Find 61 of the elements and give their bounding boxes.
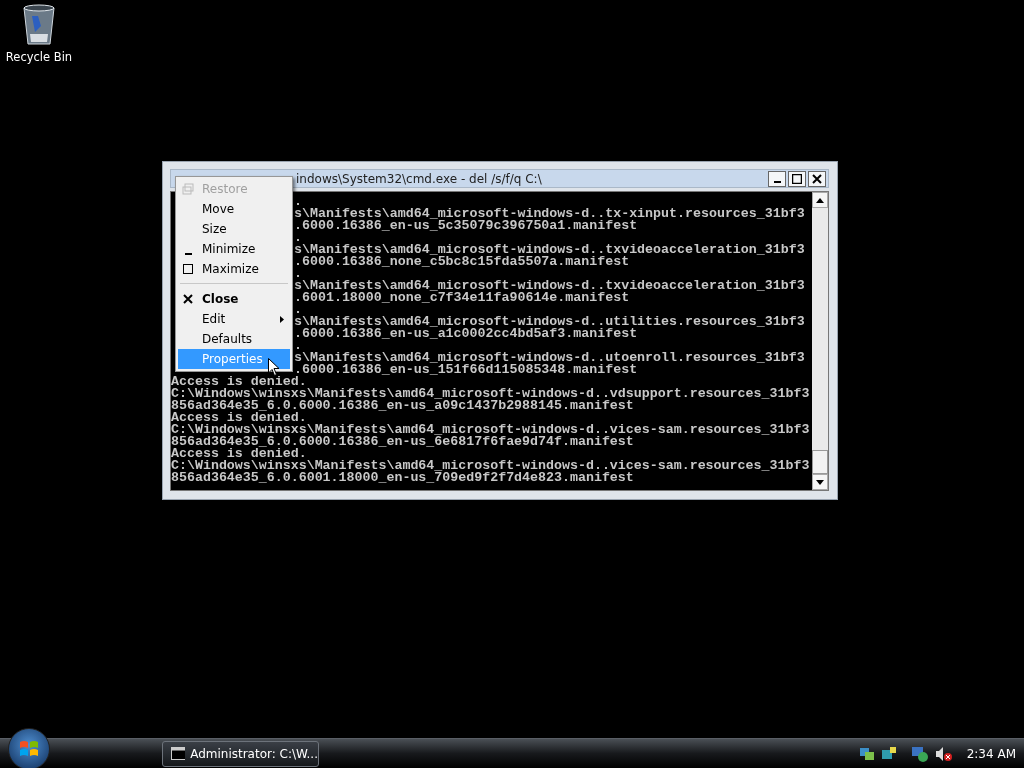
clock[interactable]: 2:34 AM bbox=[966, 746, 1016, 761]
minimize-icon bbox=[773, 180, 781, 183]
restore-icon bbox=[182, 183, 194, 195]
scroll-thumb[interactable] bbox=[812, 450, 828, 474]
mouse-cursor-icon bbox=[268, 358, 280, 377]
computer-icon[interactable] bbox=[880, 745, 897, 762]
menu-item[interactable]: Edit bbox=[178, 309, 290, 329]
console-line: s\Manifests\amd64_microsoft-windows-d..txvideoacceleration_31bf3 bbox=[294, 244, 805, 256]
close-icon bbox=[183, 294, 193, 304]
network-icon[interactable] bbox=[858, 745, 875, 762]
taskbar-button[interactable]: Administrator: C:\W... bbox=[162, 740, 319, 767]
menu-item[interactable]: Close bbox=[178, 289, 290, 309]
menu-item[interactable]: Maximize bbox=[178, 259, 290, 279]
up-arrow-icon bbox=[816, 197, 824, 203]
console-line: 856ad364e35_6.0.6000.16386_en-us_a09c1437b2988145.manifest bbox=[171, 400, 634, 412]
console-line: .6000.16386_en-us_151f66d115085348.manifest bbox=[294, 364, 638, 376]
console-line: .6000.16386_none_c5bc8c15fda5507a.manifest bbox=[294, 256, 630, 268]
icon-label[interactable]: Recycle Bin bbox=[5, 50, 73, 64]
console-line: s\Manifests\amd64_microsoft-windows-d..utoenroll.resources_31bf3 bbox=[294, 352, 805, 364]
console-line: Access is denied. bbox=[171, 412, 307, 424]
window-title: indows\System32\cmd.exe - del /s/f/q C:\ bbox=[296, 171, 543, 186]
windows-logo-icon bbox=[19, 738, 39, 759]
down-arrow-icon bbox=[816, 479, 824, 485]
menu-item[interactable]: Minimize bbox=[178, 239, 290, 259]
console-line: .6001.18000_none_c7f34e11fa90614e.manifest bbox=[294, 292, 630, 304]
console-line: s\Manifests\amd64_microsoft-windows-d..txvideoacceleration_31bf3 bbox=[294, 280, 805, 292]
console-line: 856ad364e35_6.0.6001.18000_en-us_709ed9f2f7d4e823.manifest bbox=[171, 472, 634, 484]
console-line: C:\Windows\winsxs\Manifests\amd64_microsoft-windows-d..vices-sam.resources_31bf3 bbox=[171, 460, 810, 472]
minimize-button[interactable] bbox=[768, 170, 786, 187]
start-button[interactable] bbox=[8, 727, 50, 768]
close-button[interactable] bbox=[808, 170, 826, 187]
menu-item[interactable]: Move bbox=[178, 199, 290, 219]
network-globe-icon[interactable] bbox=[910, 745, 929, 762]
submenu-arrow-icon bbox=[280, 316, 284, 323]
console-line: s\Manifests\amd64_microsoft-windows-d..utilities.resources_31bf3 bbox=[294, 316, 805, 328]
scroll-up-button[interactable] bbox=[812, 192, 828, 208]
console-line: 856ad364e35_6.0.6000.16386_en-us_6e6817f6fae9d74f.manifest bbox=[171, 436, 634, 448]
maximize-icon bbox=[183, 264, 193, 274]
minimize-icon bbox=[184, 253, 192, 255]
console-line: Access is denied. bbox=[171, 448, 307, 460]
recycle-bin-icon[interactable] bbox=[21, 2, 57, 46]
scrollbar[interactable] bbox=[812, 192, 828, 490]
maximize-button[interactable] bbox=[788, 170, 806, 187]
close-icon bbox=[812, 173, 822, 184]
console-line: . bbox=[294, 268, 302, 280]
console-line: .6000.16386_en-us_5c35079c396750a1.manifest bbox=[294, 220, 638, 232]
console-line: . bbox=[294, 232, 302, 244]
scroll-down-button[interactable] bbox=[812, 474, 828, 490]
console-line: .6000.16386_en-us_a1c0002cc4bd5af3.manifest bbox=[294, 328, 638, 340]
menu-item[interactable]: Defaults bbox=[178, 329, 290, 349]
muted-speaker-icon[interactable] bbox=[934, 745, 953, 762]
console-icon bbox=[171, 747, 186, 760]
console-line: Access is denied. bbox=[171, 376, 307, 388]
console-line: C:\Windows\winsxs\Manifests\amd64_microsoft-windows-d..vdsupport.resources_31bf3 bbox=[171, 388, 810, 400]
console-line: C:\Windows\winsxs\Manifests\amd64_microsoft-windows-d..vices-sam.resources_31bf3 bbox=[171, 424, 810, 436]
console-line: . bbox=[294, 340, 302, 352]
console-line: . bbox=[294, 304, 302, 316]
console-line: s\Manifests\amd64_microsoft-windows-d..tx-xinput.resources_31bf3 bbox=[294, 208, 805, 220]
console-line: . bbox=[294, 196, 302, 208]
maximize-icon bbox=[792, 173, 802, 184]
menu-item[interactable]: Size bbox=[178, 219, 290, 239]
